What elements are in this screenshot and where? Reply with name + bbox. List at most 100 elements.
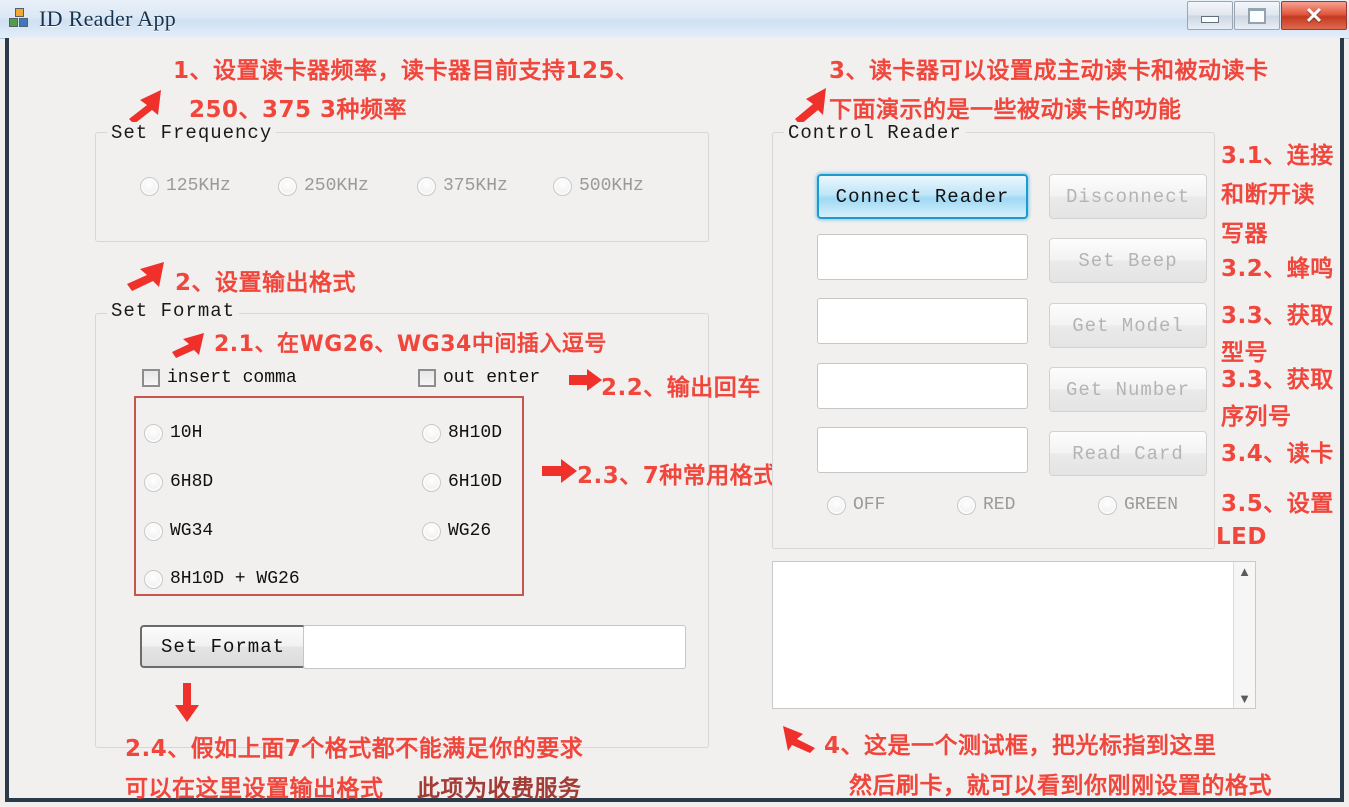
radio-dot-icon [144, 569, 163, 589]
scroll-down-icon[interactable]: ▼ [1238, 689, 1251, 708]
radio-dot-icon [422, 472, 441, 492]
annotation-2-4-line2: 可以在这里设置输出格式 [125, 776, 384, 802]
radio-label: WG26 [448, 521, 492, 541]
annotation-3-5-line1: 3.5、设置 [1221, 491, 1334, 517]
get-number-button[interactable]: Get Number [1049, 367, 1207, 412]
radio-6h10d[interactable]: 6H10D [422, 472, 502, 492]
radio-label: 250KHz [304, 176, 369, 196]
get-number-label: Get Number [1065, 378, 1191, 401]
arrow-up-right-icon-4 [795, 88, 826, 125]
reader-field-4[interactable] [817, 427, 1028, 473]
set-format-button[interactable]: Set Format [140, 625, 306, 668]
radio-wg34[interactable]: WG34 [144, 521, 213, 541]
window-controls: ✕ [1186, 1, 1347, 31]
radio-125khz[interactable]: 125KHz [140, 176, 231, 196]
radio-label: 8H10D [448, 423, 503, 443]
radio-dot-icon [1098, 495, 1117, 515]
form-surface: 1、设置读卡器频率，读卡器目前支持125、 250、375 3种频率 Set F… [9, 38, 1340, 802]
minimize-button[interactable] [1187, 1, 1233, 30]
radio-led-off[interactable]: OFF [827, 495, 885, 515]
arrow-right-icon-1 [569, 369, 602, 391]
arrow-down-icon-1 [175, 683, 199, 722]
radio-10h[interactable]: 10H [144, 423, 202, 443]
radio-dot-icon [422, 423, 441, 443]
radio-dot-icon [827, 495, 846, 515]
read-card-button[interactable]: Read Card [1049, 431, 1207, 476]
radio-6h8d[interactable]: 6H8D [144, 472, 213, 492]
annotation-3-3b-line2: 序列号 [1221, 404, 1292, 430]
annotation-1-line2: 250、375 3种频率 [189, 97, 408, 123]
custom-format-input[interactable] [303, 625, 686, 669]
set-beep-label: Set Beep [1078, 249, 1178, 272]
annotation-3-1-line1: 3.1、连接 [1221, 143, 1334, 169]
app-blocks-icon [9, 8, 31, 30]
set-format-button-label: Set Format [160, 635, 286, 658]
radio-dot-icon [553, 176, 572, 196]
radio-250khz[interactable]: 250KHz [278, 176, 369, 196]
annotation-2-1: 2.1、在WG26、WG34中间插入逗号 [214, 332, 607, 357]
checkbox-out-enter[interactable]: out enter [418, 368, 540, 388]
checkbox-box-icon [418, 369, 436, 387]
radio-label: WG34 [170, 521, 214, 541]
radio-led-green[interactable]: GREEN [1098, 495, 1178, 515]
annotation-2-4-line1: 2.4、假如上面7个格式都不能满足你的要求 [125, 736, 584, 762]
radio-375khz[interactable]: 375KHz [417, 176, 508, 196]
annotation-4-line2: 然后刷卡，就可以看到你刚刚设置的格式 [849, 773, 1272, 799]
arrow-down-left-icon-1 [783, 726, 815, 753]
app-window: ID Reader App ✕ 1、设置读卡器频率，读卡器目前支持125、 25… [0, 0, 1349, 807]
radio-dot-icon [278, 176, 297, 196]
radio-label: 10H [170, 423, 203, 443]
maximize-button[interactable] [1234, 1, 1280, 30]
radio-8h10d-wg26[interactable]: 8H10D + WG26 [144, 569, 300, 589]
reader-field-1[interactable] [817, 234, 1028, 280]
read-card-label: Read Card [1072, 442, 1184, 465]
disconnect-button[interactable]: Disconnect [1049, 174, 1207, 219]
radio-dot-icon [422, 521, 441, 541]
radio-dot-icon [144, 521, 163, 541]
radio-label: 6H8D [170, 472, 214, 492]
log-scrollbar[interactable]: ▲ ▼ [1233, 562, 1255, 708]
annotation-3-1-line3: 写器 [1221, 221, 1268, 247]
maximize-icon [1248, 7, 1266, 24]
radio-label: OFF [853, 495, 886, 515]
get-model-label: Get Model [1072, 314, 1184, 337]
radio-led-red[interactable]: RED [957, 495, 1015, 515]
test-log-textarea[interactable]: ▲ ▼ [772, 561, 1256, 709]
control-reader-legend: Control Reader [784, 122, 966, 144]
annotation-3-4: 3.4、读卡 [1221, 441, 1334, 467]
radio-label: 8H10D + WG26 [170, 569, 300, 589]
checkbox-box-icon [142, 369, 160, 387]
window-title: ID Reader App [39, 6, 177, 31]
connect-reader-label: Connect Reader [835, 185, 1010, 208]
radio-dot-icon [417, 176, 436, 196]
annotation-2-2: 2.2、输出回车 [601, 375, 761, 401]
connect-reader-button[interactable]: Connect Reader [817, 174, 1028, 219]
annotation-3-3b-line1: 3.3、获取 [1221, 367, 1334, 393]
radio-wg26[interactable]: WG26 [422, 521, 491, 541]
set-beep-button[interactable]: Set Beep [1049, 238, 1207, 283]
annotation-2-4-line2b: 此项为收费服务 [417, 776, 582, 802]
minimize-icon [1201, 16, 1219, 23]
title-bar: ID Reader App ✕ [0, 0, 1349, 39]
client-area: 1、设置读卡器频率，读卡器目前支持125、 250、375 3种频率 Set F… [5, 38, 1344, 802]
annotation-1-line1: 1、设置读卡器频率，读卡器目前支持125、 [173, 58, 639, 84]
radio-500khz[interactable]: 500KHz [553, 176, 644, 196]
set-format-legend: Set Format [107, 300, 240, 322]
radio-dot-icon [144, 472, 163, 492]
radio-label: 6H10D [448, 472, 503, 492]
reader-field-2[interactable] [817, 298, 1028, 344]
scroll-up-icon[interactable]: ▲ [1238, 562, 1251, 581]
radio-dot-icon [144, 423, 163, 443]
radio-label: 500KHz [579, 176, 644, 196]
annotation-3-3a-line1: 3.3、获取 [1221, 303, 1334, 329]
reader-field-3[interactable] [817, 363, 1028, 409]
disconnect-label: Disconnect [1065, 185, 1191, 208]
annotation-3-line2: 下面演示的是一些被动读卡的功能 [829, 97, 1182, 123]
checkbox-insert-comma[interactable]: insert comma [142, 368, 297, 388]
radio-8h10d[interactable]: 8H10D [422, 423, 502, 443]
arrow-up-right-icon-1 [129, 90, 161, 124]
close-icon: ✕ [1304, 2, 1324, 28]
close-button[interactable]: ✕ [1281, 1, 1347, 30]
get-model-button[interactable]: Get Model [1049, 303, 1207, 348]
radio-label: 375KHz [443, 176, 508, 196]
